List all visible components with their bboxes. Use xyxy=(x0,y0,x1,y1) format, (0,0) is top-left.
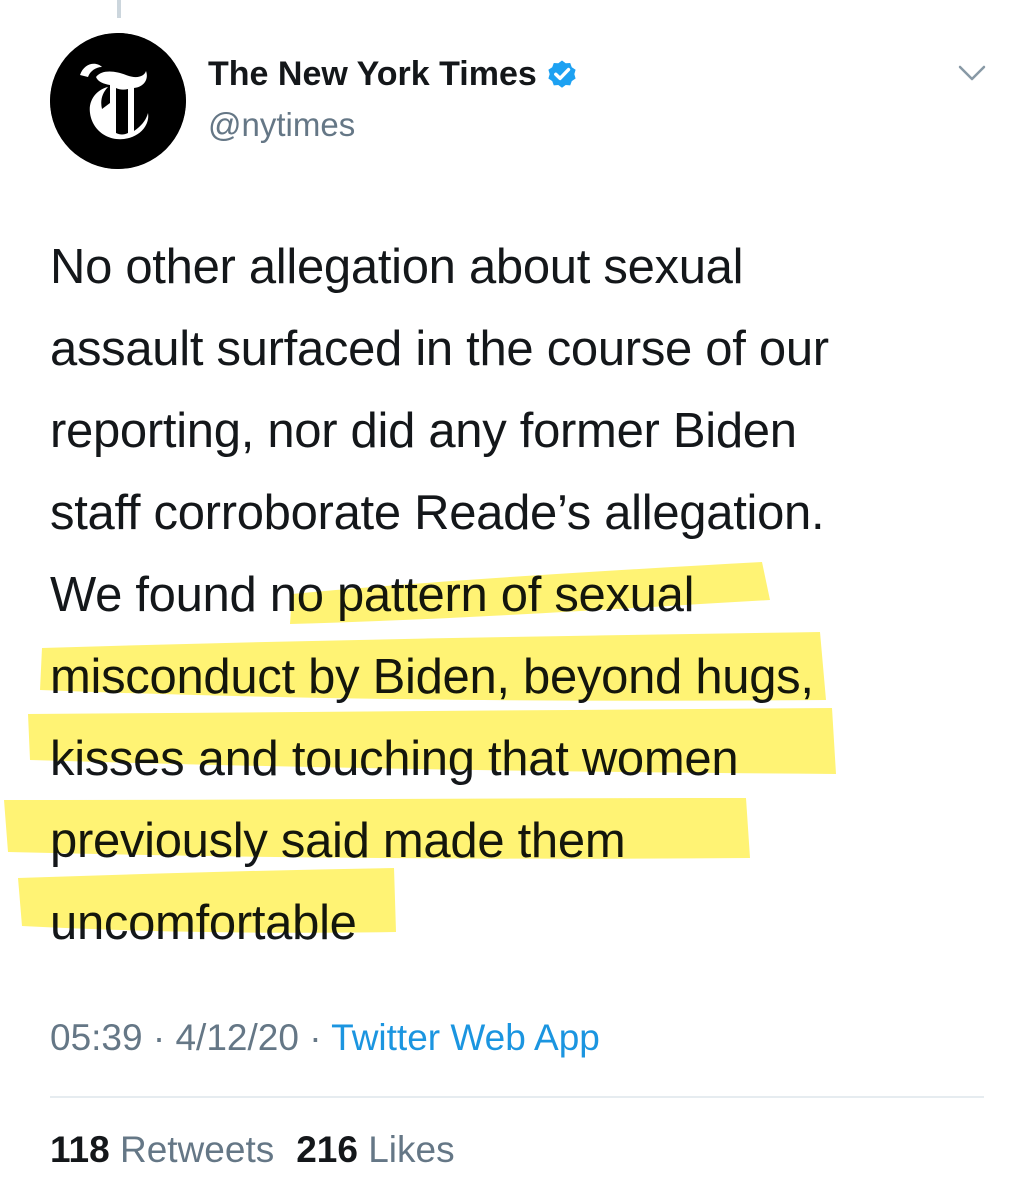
tweet-meta: 05:39 · 4/12/20 · Twitter Web App xyxy=(50,1014,600,1062)
divider xyxy=(50,1096,984,1098)
tweet-line: staff corroborate Reade’s allegation. xyxy=(50,486,825,540)
tweet-line: previously said made them xyxy=(50,814,626,868)
retweets-count: 118 xyxy=(50,1129,110,1170)
tweet-time[interactable]: 05:39 xyxy=(50,1017,143,1058)
author-name-row[interactable]: The New York Times xyxy=(208,51,579,97)
tweet-date[interactable]: 4/12/20 xyxy=(175,1017,298,1058)
nyt-t-logo-icon xyxy=(50,33,186,169)
tweet-text: No other allegation about sexual assault… xyxy=(50,226,980,964)
retweets-stat[interactable]: 118 Retweets xyxy=(50,1129,274,1170)
meta-separator: · xyxy=(152,1017,176,1058)
meta-separator: · xyxy=(309,1017,332,1058)
author-display-name[interactable]: The New York Times xyxy=(208,51,537,97)
tweet-line: We found no pattern of sexual xyxy=(50,568,695,622)
tweet-line: assault surfaced in the course of our xyxy=(50,322,829,376)
tweet-line: No other allegation about sexual xyxy=(50,240,744,294)
avatar[interactable] xyxy=(50,33,186,169)
thread-connector-line xyxy=(117,0,121,18)
tweet-stats: 118 Retweets 216 Likes xyxy=(50,1126,455,1174)
likes-count: 216 xyxy=(296,1129,358,1170)
tweet-line: uncomfortable xyxy=(50,896,357,950)
author-handle[interactable]: @nytimes xyxy=(208,103,355,147)
tweet-line: reporting, nor did any former Biden xyxy=(50,404,797,458)
retweets-label: Retweets xyxy=(119,1129,275,1170)
tweet-line: misconduct by Biden, beyond hugs, xyxy=(50,650,814,704)
tweet-line: kisses and touching that women xyxy=(50,732,739,786)
likes-label: Likes xyxy=(368,1129,455,1170)
tweet-source-link[interactable]: Twitter Web App xyxy=(331,1017,600,1058)
chevron-down-icon[interactable] xyxy=(955,60,989,86)
likes-stat[interactable]: 216 Likes xyxy=(296,1129,454,1170)
verified-badge-icon xyxy=(548,60,576,88)
